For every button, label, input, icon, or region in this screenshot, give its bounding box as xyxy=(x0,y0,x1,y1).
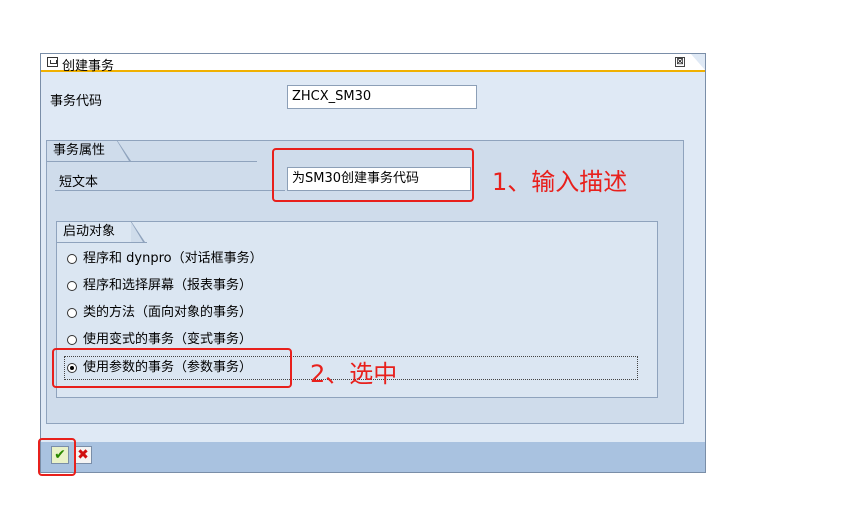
tcode-label: 事务代码 xyxy=(50,94,103,109)
cancel-button[interactable]: ✖ xyxy=(74,446,92,464)
start-object-group-title: 启动对象 xyxy=(56,221,145,242)
window-icon xyxy=(47,57,58,67)
cancel-x-icon: ✖ xyxy=(77,447,89,463)
start-object-divider xyxy=(57,242,147,243)
attributes-group-title-text: 事务属性 xyxy=(53,143,106,158)
attributes-group-title: 事务属性 xyxy=(46,140,131,161)
radio-button[interactable] xyxy=(67,281,77,291)
radio-label: 使用变式的事务（变式事务） xyxy=(83,332,253,347)
radio-button[interactable] xyxy=(67,308,77,318)
annotation-step2: 2、选中 xyxy=(310,360,398,388)
start-object-group-title-text: 启动对象 xyxy=(63,224,116,239)
create-transaction-dialog: 创建事务 ⊠ 事务代码 ZHCX_SM30 事务属性 短文本 为SM30创建事务… xyxy=(40,53,706,473)
titlebar-corner xyxy=(691,54,705,70)
short-text-label: 短文本 xyxy=(59,175,99,190)
tcode-field[interactable]: ZHCX_SM30 xyxy=(287,85,477,109)
short-text-underline xyxy=(55,190,285,191)
dialog-footer: ✔ ✖ xyxy=(41,442,705,472)
radio-label: 程序和 dynpro（对话框事务） xyxy=(83,251,263,266)
annotation-box-parameter xyxy=(52,348,292,388)
attributes-divider xyxy=(47,161,257,162)
annotation-step1: 1、输入描述 xyxy=(492,168,628,196)
annotation-box-confirm xyxy=(38,438,76,476)
radio-label: 类的方法（面向对象的事务） xyxy=(83,305,253,320)
radio-label: 程序和选择屏幕（报表事务） xyxy=(83,278,253,293)
dialog-titlebar: 创建事务 ⊠ xyxy=(41,54,705,74)
close-icon[interactable]: ⊠ xyxy=(675,57,685,67)
dialog-title: 创建事务 xyxy=(62,59,115,74)
radio-button[interactable] xyxy=(67,335,77,345)
radio-button[interactable] xyxy=(67,254,77,264)
annotation-box-short-text xyxy=(272,148,474,202)
